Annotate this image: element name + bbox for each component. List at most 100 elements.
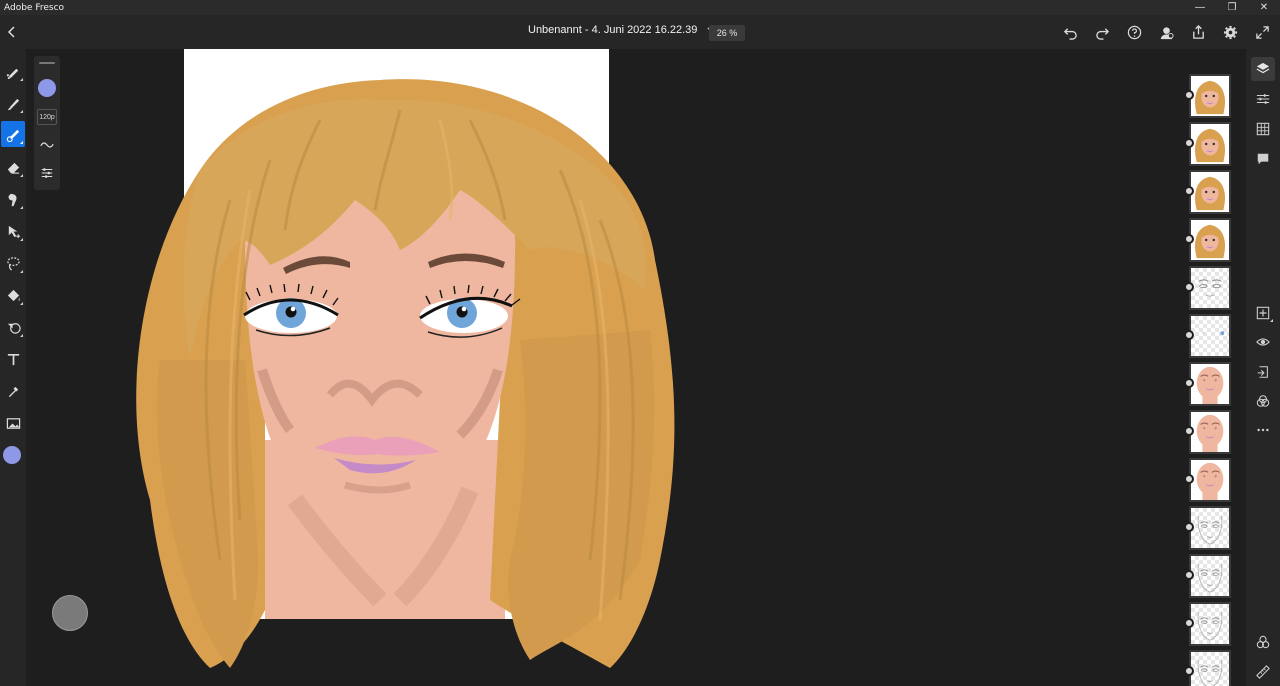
help-button[interactable]	[1125, 23, 1144, 42]
canvas-area[interactable]	[26, 49, 1182, 686]
add-layer-button[interactable]	[1251, 301, 1275, 325]
profile-button[interactable]	[1157, 23, 1176, 42]
eyedropper-tool[interactable]	[1, 378, 25, 404]
assets-button[interactable]	[1251, 630, 1275, 654]
fullscreen-icon	[1256, 26, 1269, 39]
eyedropper-icon	[8, 386, 18, 397]
layer-visibility-toggle[interactable]	[1184, 186, 1194, 196]
layers-panel	[1182, 49, 1246, 686]
document-title: Unbenannt - 4. Juni 2022 16.22.39	[528, 24, 698, 36]
layer-item[interactable]	[1184, 650, 1231, 686]
layer-thumbnail	[1189, 170, 1231, 214]
app-bar: Unbenannt - 4. Juni 2022 16.22.39 26 %	[0, 15, 1280, 49]
place-image-icon	[6, 417, 20, 429]
grid-button[interactable]	[1251, 117, 1275, 141]
document-title-menu[interactable]: Unbenannt - 4. Juni 2022 16.22.39	[528, 24, 717, 36]
lasso-select-tool[interactable]	[1, 250, 25, 276]
layers-button[interactable]	[1251, 57, 1275, 81]
share-button[interactable]	[1189, 23, 1208, 42]
settings-button[interactable]	[1221, 23, 1240, 42]
layer-visibility-toggle[interactable]	[1184, 474, 1194, 484]
restore-button[interactable]: ❐	[1216, 0, 1248, 15]
settings-icon	[1223, 25, 1238, 40]
layer-item[interactable]	[1184, 314, 1231, 358]
layer-thumbnail	[1189, 458, 1231, 502]
brush-settings-button[interactable]	[38, 164, 56, 182]
layer-thumbnail	[1189, 602, 1231, 646]
comments-button[interactable]	[1251, 147, 1275, 171]
layer-item[interactable]	[1184, 218, 1231, 262]
place-image-tool[interactable]	[1, 410, 25, 436]
pixel-brush-tool[interactable]	[1, 58, 25, 84]
panel-drag-handle[interactable]	[39, 62, 55, 64]
layer-visibility-toggle[interactable]	[1184, 378, 1194, 388]
layer-item[interactable]	[1184, 506, 1231, 550]
layer-item[interactable]	[1184, 602, 1231, 646]
current-color-swatch[interactable]	[3, 446, 21, 464]
layer-item[interactable]	[1184, 410, 1231, 454]
touch-shortcut-button[interactable]	[52, 595, 88, 631]
layer-thumbnail	[1189, 554, 1231, 598]
brush-size[interactable]: 120p	[37, 109, 57, 125]
layer-visibility-toggle[interactable]	[1184, 330, 1194, 340]
layer-visibility-toggle[interactable]	[1184, 618, 1194, 628]
layer-visibility-toggle[interactable]	[1184, 282, 1194, 292]
layer-item[interactable]	[1184, 74, 1231, 118]
layer-thumbnail	[1189, 362, 1231, 406]
layer-item[interactable]	[1184, 170, 1231, 214]
import-icon	[1257, 366, 1268, 378]
smoothing-button[interactable]	[38, 136, 56, 154]
layer-thumbnail	[1189, 650, 1231, 686]
help-icon	[1127, 25, 1142, 40]
move-transform-tool[interactable]	[1, 218, 25, 244]
paint-bucket-icon	[7, 289, 20, 301]
eraser-icon	[7, 162, 19, 174]
smudge-tool[interactable]	[1, 186, 25, 212]
layer-visibility-toggle[interactable]	[1184, 234, 1194, 244]
layers-icon	[1256, 62, 1270, 74]
text-tool[interactable]	[1, 346, 25, 372]
blend-mode-button[interactable]	[1251, 389, 1275, 413]
layer-item[interactable]	[1184, 266, 1231, 310]
text-icon	[7, 353, 19, 365]
title-bar: Adobe Fresco — ❐ ✕	[0, 0, 1280, 15]
window-controls: — ❐ ✕	[1184, 0, 1280, 15]
more-options-button[interactable]	[1251, 418, 1275, 442]
layer-item[interactable]	[1184, 362, 1231, 406]
vector-brush-tool[interactable]	[1, 121, 25, 147]
layer-visibility-toggle[interactable]	[1184, 426, 1194, 436]
layer-thumbnail	[1189, 218, 1231, 262]
visibility-button[interactable]	[1251, 330, 1275, 354]
smudge-icon	[8, 193, 17, 206]
layer-item[interactable]	[1184, 122, 1231, 166]
layer-visibility-toggle[interactable]	[1184, 138, 1194, 148]
layer-visibility-toggle[interactable]	[1184, 90, 1194, 100]
layer-properties-icon	[1256, 94, 1270, 104]
undo-button[interactable]	[1061, 23, 1080, 42]
layer-visibility-toggle[interactable]	[1184, 522, 1194, 532]
zoom-level[interactable]: 26 %	[709, 25, 745, 41]
pixel-brush-icon	[6, 68, 18, 79]
layer-item[interactable]	[1184, 554, 1231, 598]
back-button[interactable]	[4, 23, 20, 41]
minimize-button[interactable]: —	[1184, 0, 1216, 15]
shape-tool[interactable]	[1, 314, 25, 340]
comments-icon	[1257, 153, 1269, 165]
ruler-button[interactable]	[1251, 660, 1275, 684]
fullscreen-button[interactable]	[1253, 23, 1272, 42]
paint-bucket-tool[interactable]	[1, 282, 25, 308]
eraser-tool[interactable]	[1, 154, 25, 180]
layer-visibility-toggle[interactable]	[1184, 666, 1194, 676]
brush-color-swatch[interactable]	[38, 79, 56, 97]
close-button[interactable]: ✕	[1248, 0, 1280, 15]
layer-item[interactable]	[1184, 458, 1231, 502]
import-button[interactable]	[1251, 360, 1275, 384]
live-brush-tool[interactable]	[1, 90, 25, 116]
ruler-icon	[1256, 665, 1270, 679]
app-name: Adobe Fresco	[4, 2, 65, 13]
artwork-canvas[interactable]	[26, 49, 1182, 686]
layer-visibility-toggle[interactable]	[1184, 570, 1194, 580]
layer-properties-button[interactable]	[1251, 87, 1275, 111]
redo-button[interactable]	[1093, 23, 1112, 42]
brush-settings-icon	[41, 168, 53, 178]
